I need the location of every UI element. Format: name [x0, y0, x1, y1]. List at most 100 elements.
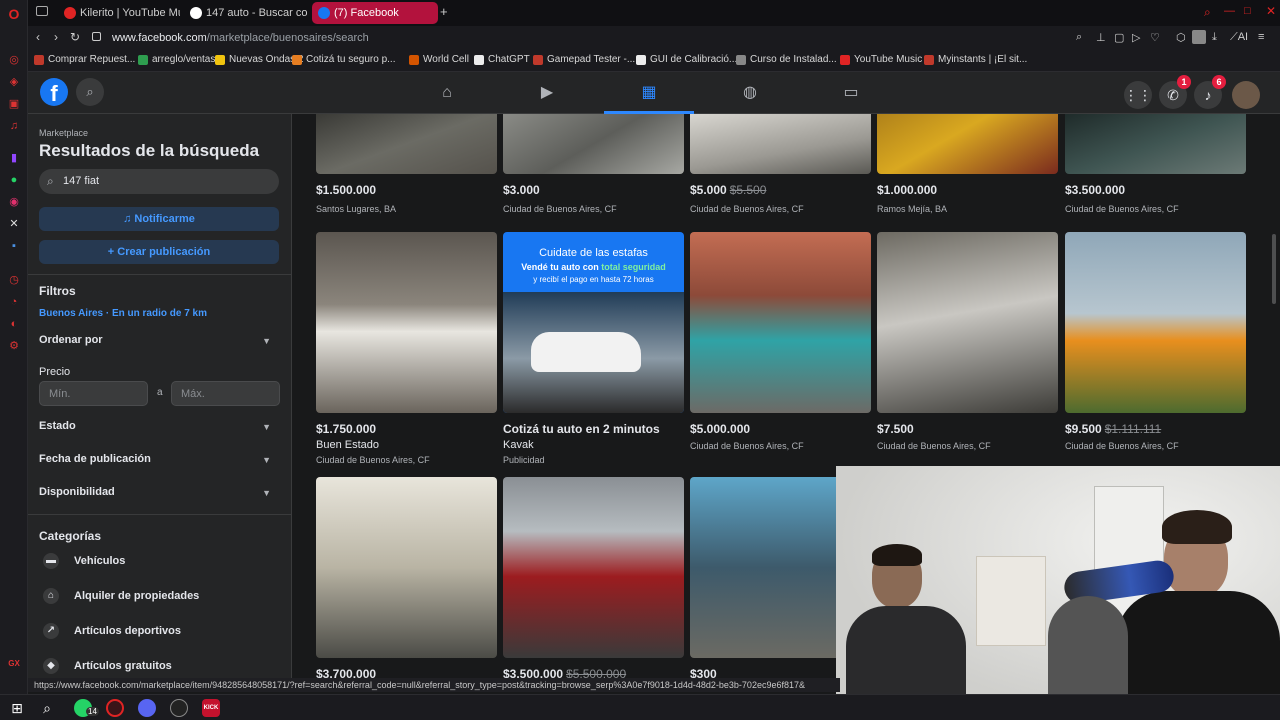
ai-button[interactable]: ⟋AI [1230, 31, 1248, 44]
ad-banner[interactable]: Cuidate de las estafas Vendé tu auto con … [503, 232, 684, 413]
discord-taskbar-icon[interactable] [138, 699, 156, 717]
player-icon[interactable]: ▷ [1132, 31, 1140, 44]
music-icon[interactable]: ♫ [6, 118, 22, 134]
chevron-down-icon[interactable]: ▼ [262, 422, 271, 432]
twitch-icon[interactable]: ▮ [6, 150, 22, 166]
bookmark-item[interactable]: World Cell [409, 54, 469, 65]
listing-photo[interactable] [503, 114, 684, 174]
listing-card[interactable]: $9.500 $1.111.111 Ciudad de Buenos Aires, … [1065, 232, 1246, 472]
listing-card[interactable]: $3.000 Ciudad de Buenos Aires, CF [503, 114, 684, 224]
listing-photo[interactable] [316, 114, 497, 174]
new-tab-button[interactable]: + [440, 4, 448, 19]
listing-photo[interactable] [503, 477, 684, 658]
listing-card[interactable]: $3.700.000 [316, 477, 497, 680]
listing-card[interactable]: $1.500.000 Santos Lugares, BA [316, 114, 497, 224]
condition-filter[interactable]: Estado [39, 420, 76, 432]
whatsapp-icon[interactable]: ● [6, 172, 22, 188]
kick-taskbar-icon[interactable]: KICK [202, 699, 220, 717]
listing-photo[interactable] [877, 232, 1058, 413]
search-icon[interactable]: ⌕ [76, 78, 104, 106]
date-filter[interactable]: Fecha de publicación [39, 453, 151, 465]
chevron-down-icon[interactable]: ▼ [262, 488, 271, 498]
listing-card[interactable]: $7.500 Ciudad de Buenos Aires, CF [877, 232, 1058, 472]
breadcrumb[interactable]: Marketplace [39, 128, 88, 138]
bookmark-item[interactable]: YouTube Music [840, 54, 922, 65]
bookmark-item[interactable]: Cotizá tu seguro p... [292, 54, 396, 65]
bookmark-item[interactable]: Curso de Instalad... [736, 54, 837, 65]
listing-photo[interactable] [690, 232, 871, 413]
menu-grid-icon[interactable]: ⋮⋮ [1124, 81, 1152, 109]
gx-icon[interactable]: GX [6, 656, 22, 672]
gaming-icon[interactable]: ▭ [840, 84, 862, 102]
lock-icon[interactable] [92, 32, 101, 41]
bookmark-item[interactable]: arreglo/ventas [138, 54, 215, 65]
vk-icon[interactable]: ▪ [6, 238, 22, 254]
search-tabs-icon[interactable]: ⌕ [1204, 5, 1211, 20]
availability-filter[interactable]: Disponibilidad [39, 486, 115, 498]
watch-icon[interactable]: ▶ [536, 84, 558, 102]
groups-icon[interactable]: ◍ [739, 84, 761, 102]
windows-search-icon[interactable]: ⌕ [38, 699, 56, 717]
history-icon[interactable]: ◷ [6, 272, 22, 288]
scrollbar[interactable] [1272, 234, 1276, 304]
forward-icon[interactable]: › [54, 30, 58, 44]
snapshot-icon[interactable]: ▢ [1114, 31, 1124, 44]
listing-photo[interactable] [877, 114, 1058, 174]
location-filter[interactable]: Buenos Aires · En un radio de 7 km [39, 308, 207, 319]
close-window-icon[interactable]: ✕ [1266, 4, 1276, 18]
bookmark-item[interactable]: GUI de Calibració... [636, 54, 737, 65]
instagram-icon[interactable]: ◉ [6, 194, 22, 210]
url-field[interactable]: www.facebook.com/marketplace/buenosaires… [112, 32, 369, 44]
listing-photo[interactable] [316, 232, 497, 413]
crypto-wallet-icon[interactable]: ▣ [6, 96, 22, 112]
listing-card[interactable]: $3.500.000 $5.500.000 [503, 477, 684, 680]
extensions-icon[interactable]: ◐ [6, 316, 22, 332]
opera-taskbar-icon[interactable] [106, 699, 124, 717]
listing-photo[interactable] [690, 114, 871, 174]
marketplace-icon[interactable]: ▦ [638, 84, 660, 102]
obs-taskbar-icon[interactable] [170, 699, 188, 717]
listing-photo[interactable] [316, 477, 497, 658]
listing-card[interactable]: $5.000.000 Ciudad de Buenos Aires, CF [690, 232, 871, 472]
clock-icon[interactable]: ◔ [6, 294, 22, 310]
listing-photo[interactable] [1065, 114, 1246, 174]
minimize-icon[interactable]: — [1224, 5, 1235, 17]
heart-icon[interactable]: ♡ [1150, 31, 1160, 44]
bookmark-item[interactable]: Nuevas Ondas 2 [215, 54, 304, 65]
home-icon[interactable]: ⌂ [436, 84, 458, 102]
notify-button[interactable]: ♫ Notificarme [39, 207, 279, 231]
aria-icon[interactable]: ◎ [6, 52, 22, 68]
settings-icon[interactable]: ⚙ [6, 338, 22, 354]
tab-google-search[interactable]: 147 auto - Buscar con Go [184, 2, 308, 24]
extension-icon[interactable]: ⬡ [1176, 31, 1186, 44]
create-listing-button[interactable]: + Crear publicación [39, 240, 279, 264]
bookmark-item[interactable]: Gamepad Tester -... [533, 54, 635, 65]
maximize-icon[interactable]: □ [1244, 5, 1251, 17]
category-sports[interactable]: ↗ Artículos deportivos [39, 621, 181, 641]
chevron-down-icon[interactable]: ▼ [262, 336, 271, 346]
tab-facebook[interactable]: (7) Facebook [312, 2, 438, 24]
listing-card[interactable]: $1.750.000 Buen Estado Ciudad de Buenos Ai… [316, 232, 497, 472]
listing-card[interactable]: Cuidate de las estafas Vendé tu auto con … [503, 232, 684, 472]
extension-avatar-icon[interactable] [1192, 30, 1206, 44]
max-price-input[interactable]: Máx. [171, 381, 280, 406]
category-rentals[interactable]: ⌂ Alquiler de propiedades [39, 586, 199, 606]
bookmark-item[interactable]: Myinstants | ¡El sit... [924, 54, 1027, 65]
bookmark-item[interactable]: ChatGPT [474, 54, 530, 65]
profile-avatar[interactable] [1232, 81, 1260, 109]
listing-card[interactable]: $1.000.000 Ramos Mejía, BA [877, 114, 1058, 224]
bookmark-item[interactable]: Comprar Repuest... [34, 54, 135, 65]
min-price-input[interactable]: Mín. [39, 381, 148, 406]
reload-icon[interactable]: ↻ [70, 30, 80, 44]
category-vehicles[interactable]: ▬ Vehículos [39, 551, 125, 571]
opera-logo-icon[interactable]: O [6, 6, 22, 22]
workspaces-icon[interactable] [36, 6, 48, 16]
sort-filter[interactable]: Ordenar por [39, 334, 103, 346]
search-input[interactable]: ⌕ 147 fiat [39, 169, 279, 194]
menu-icon[interactable]: ≡ [1258, 31, 1264, 43]
download-icon[interactable]: ⤓ [1212, 31, 1217, 44]
listing-card[interactable]: $3.500.000 Ciudad de Buenos Aires, CF [1065, 114, 1246, 224]
shop-icon[interactable]: ◈ [6, 74, 22, 90]
zoom-icon[interactable]: ⌕ [1076, 31, 1082, 44]
windows-start-icon[interactable]: ⊞ [8, 699, 26, 717]
